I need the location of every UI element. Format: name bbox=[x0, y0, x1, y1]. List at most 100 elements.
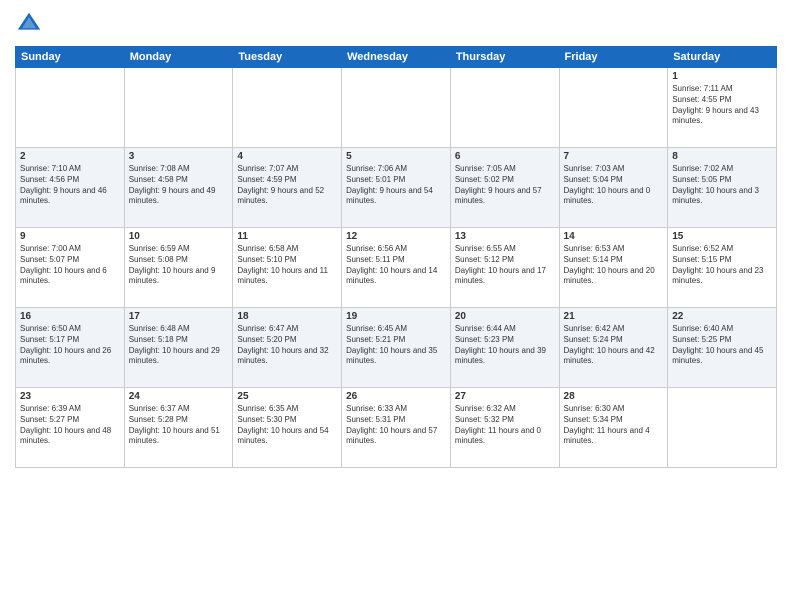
day-info-text: Sunrise: 6:45 AM Sunset: 5:21 PM Dayligh… bbox=[346, 324, 446, 367]
day-number: 7 bbox=[564, 151, 664, 162]
day-cell: 6 Sunrise: 7:05 AM Sunset: 5:02 PM Daylig… bbox=[450, 148, 559, 228]
day-number: 3 bbox=[129, 151, 229, 162]
day-info-text: Sunrise: 6:48 AM Sunset: 5:18 PM Dayligh… bbox=[129, 324, 229, 367]
day-cell bbox=[559, 68, 668, 148]
day-cell bbox=[16, 68, 125, 148]
day-info-text: Sunrise: 7:05 AM Sunset: 5:02 PM Dayligh… bbox=[455, 164, 555, 207]
day-info-text: Sunrise: 6:30 AM Sunset: 5:34 PM Dayligh… bbox=[564, 404, 664, 447]
day-number: 6 bbox=[455, 151, 555, 162]
day-cell: 15 Sunrise: 6:52 AM Sunset: 5:15 PM Dayli… bbox=[668, 228, 777, 308]
day-info-text: Sunrise: 6:50 AM Sunset: 5:17 PM Dayligh… bbox=[20, 324, 120, 367]
day-cell: 5Sunrise: 7:06 AM Sunset: 5:01 PM Daylig… bbox=[342, 148, 451, 228]
day-cell bbox=[342, 68, 451, 148]
day-info-text: Sunrise: 6:39 AM Sunset: 5:27 PM Dayligh… bbox=[20, 404, 120, 447]
day-number: 12 bbox=[346, 231, 446, 242]
day-number: 24 bbox=[129, 391, 229, 402]
day-info-text: Sunrise: 7:00 AM Sunset: 5:07 PM Dayligh… bbox=[20, 244, 120, 287]
day-info-text: Sunrise: 6:58 AM Sunset: 5:10 PM Dayligh… bbox=[237, 244, 337, 287]
day-cell: 28 Sunrise: 6:30 AM Sunset: 5:34 PM Dayli… bbox=[559, 388, 668, 468]
day-number: 28 bbox=[564, 391, 664, 402]
day-cell: 19 Sunrise: 6:45 AM Sunset: 5:21 PM Dayli… bbox=[342, 308, 451, 388]
day-info-text: Sunrise: 6:56 AM Sunset: 5:11 PM Dayligh… bbox=[346, 244, 446, 287]
day-cell: 17 Sunrise: 6:48 AM Sunset: 5:18 PM Dayli… bbox=[124, 308, 233, 388]
day-number: 5 bbox=[346, 151, 446, 162]
day-cell: 14Sunrise: 6:53 AM Sunset: 5:14 PM Dayli… bbox=[559, 228, 668, 308]
day-info-text: Sunrise: 6:35 AM Sunset: 5:30 PM Dayligh… bbox=[237, 404, 337, 447]
col-header-saturday: Saturday bbox=[668, 47, 777, 68]
day-number: 16 bbox=[20, 311, 120, 322]
day-cell: 13 Sunrise: 6:55 AM Sunset: 5:12 PM Dayli… bbox=[450, 228, 559, 308]
day-number: 27 bbox=[455, 391, 555, 402]
day-number: 20 bbox=[455, 311, 555, 322]
day-cell: 2 Sunrise: 7:10 AM Sunset: 4:56 PM Daylig… bbox=[16, 148, 125, 228]
day-cell: 10 Sunrise: 6:59 AM Sunset: 5:08 PM Dayli… bbox=[124, 228, 233, 308]
page: SundayMondayTuesdayWednesdayThursdayFrid… bbox=[0, 0, 792, 612]
day-info-text: Sunrise: 6:52 AM Sunset: 5:15 PM Dayligh… bbox=[672, 244, 772, 287]
day-cell: 23 Sunrise: 6:39 AM Sunset: 5:27 PM Dayli… bbox=[16, 388, 125, 468]
day-cell: 7Sunrise: 7:03 AM Sunset: 5:04 PM Daylig… bbox=[559, 148, 668, 228]
col-header-monday: Monday bbox=[124, 47, 233, 68]
day-cell: 3 Sunrise: 7:08 AM Sunset: 4:58 PM Daylig… bbox=[124, 148, 233, 228]
day-number: 19 bbox=[346, 311, 446, 322]
day-number: 8 bbox=[672, 151, 772, 162]
week-row-2: 9 Sunrise: 7:00 AM Sunset: 5:07 PM Daylig… bbox=[16, 228, 777, 308]
day-cell: 22 Sunrise: 6:40 AM Sunset: 5:25 PM Dayli… bbox=[668, 308, 777, 388]
day-info-text: Sunrise: 6:59 AM Sunset: 5:08 PM Dayligh… bbox=[129, 244, 229, 287]
day-cell: 24 Sunrise: 6:37 AM Sunset: 5:28 PM Dayli… bbox=[124, 388, 233, 468]
week-row-1: 2 Sunrise: 7:10 AM Sunset: 4:56 PM Daylig… bbox=[16, 148, 777, 228]
day-cell bbox=[668, 388, 777, 468]
day-cell: 9 Sunrise: 7:00 AM Sunset: 5:07 PM Daylig… bbox=[16, 228, 125, 308]
day-cell bbox=[450, 68, 559, 148]
day-info-text: Sunrise: 6:40 AM Sunset: 5:25 PM Dayligh… bbox=[672, 324, 772, 367]
day-number: 2 bbox=[20, 151, 120, 162]
day-number: 17 bbox=[129, 311, 229, 322]
day-number: 15 bbox=[672, 231, 772, 242]
day-number: 10 bbox=[129, 231, 229, 242]
day-cell: 27 Sunrise: 6:32 AM Sunset: 5:32 PM Dayli… bbox=[450, 388, 559, 468]
day-cell: 4Sunrise: 7:07 AM Sunset: 4:59 PM Daylig… bbox=[233, 148, 342, 228]
day-cell: 20 Sunrise: 6:44 AM Sunset: 5:23 PM Dayli… bbox=[450, 308, 559, 388]
logo-icon bbox=[15, 10, 43, 38]
day-info-text: Sunrise: 6:55 AM Sunset: 5:12 PM Dayligh… bbox=[455, 244, 555, 287]
day-info-text: Sunrise: 7:02 AM Sunset: 5:05 PM Dayligh… bbox=[672, 164, 772, 207]
col-header-tuesday: Tuesday bbox=[233, 47, 342, 68]
day-number: 13 bbox=[455, 231, 555, 242]
day-info-text: Sunrise: 6:32 AM Sunset: 5:32 PM Dayligh… bbox=[455, 404, 555, 447]
day-number: 26 bbox=[346, 391, 446, 402]
col-header-wednesday: Wednesday bbox=[342, 47, 451, 68]
day-number: 25 bbox=[237, 391, 337, 402]
day-cell: 26Sunrise: 6:33 AM Sunset: 5:31 PM Dayli… bbox=[342, 388, 451, 468]
day-cell: 16 Sunrise: 6:50 AM Sunset: 5:17 PM Dayli… bbox=[16, 308, 125, 388]
day-cell: 21 Sunrise: 6:42 AM Sunset: 5:24 PM Dayli… bbox=[559, 308, 668, 388]
calendar-header-row: SundayMondayTuesdayWednesdayThursdayFrid… bbox=[16, 47, 777, 68]
day-number: 11 bbox=[237, 231, 337, 242]
day-info-text: Sunrise: 7:10 AM Sunset: 4:56 PM Dayligh… bbox=[20, 164, 120, 207]
col-header-friday: Friday bbox=[559, 47, 668, 68]
week-row-0: 1 Sunrise: 7:11 AM Sunset: 4:55 PM Daylig… bbox=[16, 68, 777, 148]
day-number: 23 bbox=[20, 391, 120, 402]
day-info-text: Sunrise: 7:07 AM Sunset: 4:59 PM Dayligh… bbox=[237, 164, 337, 207]
day-number: 22 bbox=[672, 311, 772, 322]
day-info-text: Sunrise: 7:11 AM Sunset: 4:55 PM Dayligh… bbox=[672, 84, 772, 127]
week-row-4: 23 Sunrise: 6:39 AM Sunset: 5:27 PM Dayli… bbox=[16, 388, 777, 468]
header bbox=[15, 10, 777, 38]
day-cell: 8 Sunrise: 7:02 AM Sunset: 5:05 PM Daylig… bbox=[668, 148, 777, 228]
day-cell bbox=[233, 68, 342, 148]
day-cell: 18Sunrise: 6:47 AM Sunset: 5:20 PM Dayli… bbox=[233, 308, 342, 388]
day-cell: 25 Sunrise: 6:35 AM Sunset: 5:30 PM Dayli… bbox=[233, 388, 342, 468]
day-cell: 11 Sunrise: 6:58 AM Sunset: 5:10 PM Dayli… bbox=[233, 228, 342, 308]
day-cell bbox=[124, 68, 233, 148]
day-number: 9 bbox=[20, 231, 120, 242]
day-number: 1 bbox=[672, 71, 772, 82]
logo bbox=[15, 10, 47, 38]
calendar-table: SundayMondayTuesdayWednesdayThursdayFrid… bbox=[15, 46, 777, 468]
week-row-3: 16 Sunrise: 6:50 AM Sunset: 5:17 PM Dayli… bbox=[16, 308, 777, 388]
day-cell: 1 Sunrise: 7:11 AM Sunset: 4:55 PM Daylig… bbox=[668, 68, 777, 148]
day-info-text: Sunrise: 7:08 AM Sunset: 4:58 PM Dayligh… bbox=[129, 164, 229, 207]
day-info-text: Sunrise: 6:44 AM Sunset: 5:23 PM Dayligh… bbox=[455, 324, 555, 367]
day-number: 21 bbox=[564, 311, 664, 322]
day-cell: 12 Sunrise: 6:56 AM Sunset: 5:11 PM Dayli… bbox=[342, 228, 451, 308]
day-number: 18 bbox=[237, 311, 337, 322]
day-info-text: Sunrise: 6:37 AM Sunset: 5:28 PM Dayligh… bbox=[129, 404, 229, 447]
day-info-text: Sunrise: 6:42 AM Sunset: 5:24 PM Dayligh… bbox=[564, 324, 664, 367]
